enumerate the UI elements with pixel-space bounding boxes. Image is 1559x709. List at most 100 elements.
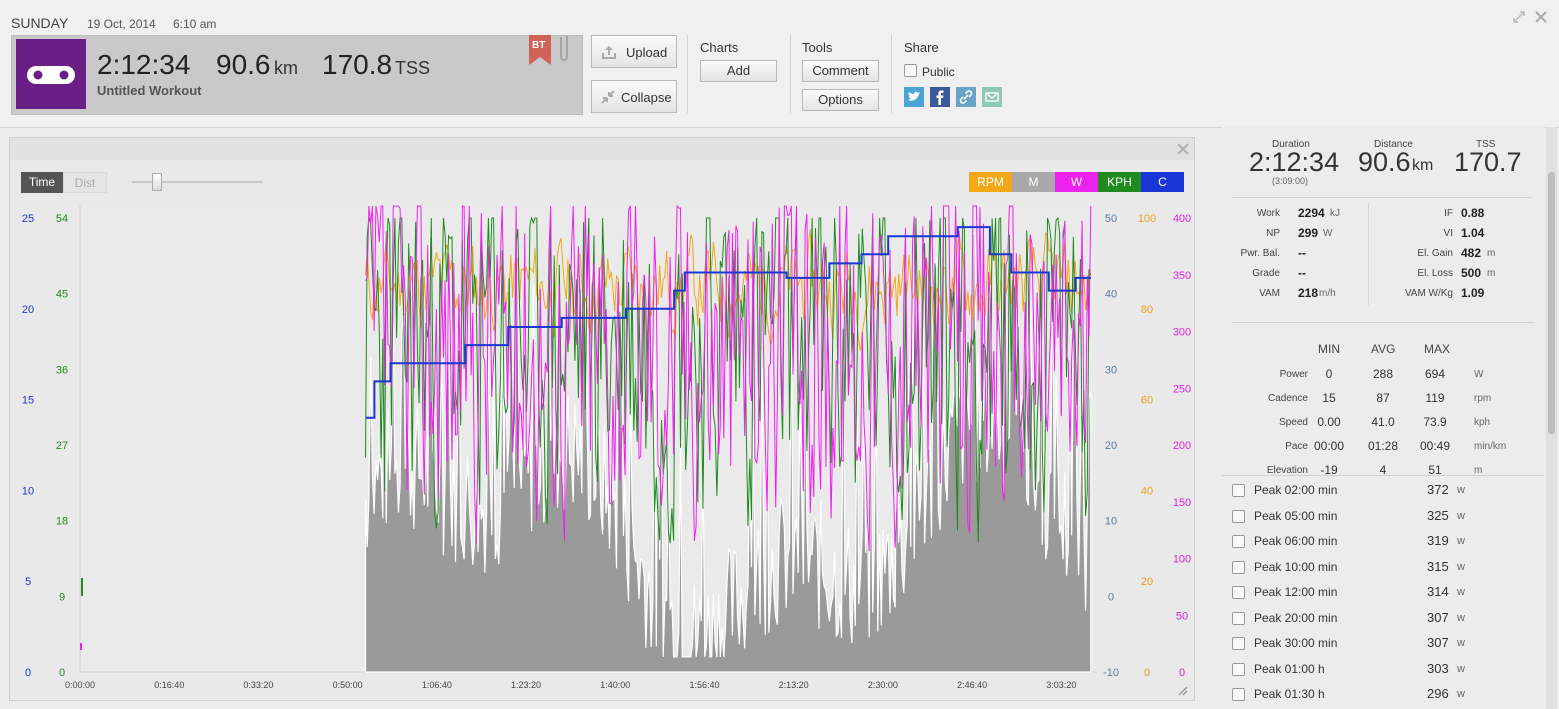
axis-tick-label: 10	[22, 485, 34, 497]
x-tick-label: 1:23:20	[511, 680, 541, 690]
peak-label: Peak 01:00 h	[1254, 661, 1325, 676]
bt-bookmark-badge[interactable]: BT	[529, 35, 551, 65]
metric-value: 500	[1461, 266, 1482, 280]
x-tick-label: 2:30:00	[868, 680, 898, 690]
upload-button[interactable]: Upload	[591, 35, 677, 68]
col-header-max: MAX	[1424, 342, 1451, 356]
x-tick-label: 0:33:20	[243, 680, 273, 690]
peak-checkbox[interactable]	[1232, 637, 1245, 650]
peak-unit: w	[1457, 560, 1465, 573]
axis-tick-label: 9	[59, 591, 65, 603]
resize-handle-icon[interactable]	[1178, 683, 1188, 696]
axis-tick-label: 15	[22, 395, 34, 407]
expand-icon[interactable]	[1512, 10, 1526, 24]
bt-badge-label: BT	[532, 40, 546, 51]
peak-checkbox[interactable]	[1232, 509, 1245, 523]
axis-tick-label: 0	[59, 667, 65, 679]
x-tick-label: 3:03:20	[1046, 680, 1076, 690]
table-cell-min: 0	[1325, 367, 1333, 381]
collapse-button[interactable]: Collapse	[591, 80, 677, 113]
x-tick-label: 0:00:00	[65, 680, 95, 690]
axis-tick-label: 0	[1108, 591, 1114, 603]
close-icon[interactable]	[1534, 10, 1548, 24]
summary-tss-unit: TSS	[395, 58, 431, 78]
peak-value: 372	[1427, 482, 1449, 497]
distance-value: 90.6	[1358, 147, 1411, 177]
public-label: Public	[922, 65, 955, 79]
metric-value: --	[1298, 266, 1306, 280]
x-tick-label: 1:06:40	[422, 680, 452, 690]
table-row-label: Pace	[1285, 441, 1308, 452]
link-icon[interactable]	[956, 87, 976, 107]
peak-checkbox[interactable]	[1232, 586, 1245, 599]
axis-tick-label: 0	[1144, 667, 1150, 679]
table-row: Speed 0.00 41.0 73.9 kph	[1222, 413, 1542, 435]
peak-value: 303	[1427, 660, 1449, 676]
peak-checkbox[interactable]	[1232, 662, 1245, 676]
peak-value: 296	[1427, 686, 1449, 701]
peak-checkbox[interactable]	[1232, 611, 1245, 625]
metric-label: Pwr. Bal.	[1240, 248, 1280, 259]
peak-value: 314	[1427, 584, 1449, 599]
divider	[1222, 475, 1544, 476]
metric-value: 0.88	[1461, 206, 1485, 220]
share-group-title: Share	[904, 40, 939, 55]
peak-unit: w	[1457, 662, 1465, 675]
peak-checkbox[interactable]	[1232, 560, 1245, 574]
list-item[interactable]: Peak 06:00 min 319 w	[1232, 528, 1532, 553]
axis-tick-label: 50	[1105, 213, 1117, 225]
peak-unit: w	[1457, 509, 1465, 522]
list-item[interactable]: Peak 12:00 min 314 w	[1232, 579, 1532, 604]
workout-chart[interactable]: 252015105054453627189050403020100-101008…	[10, 138, 1194, 700]
peak-checkbox[interactable]	[1232, 535, 1245, 548]
summary-tss: 170.8	[322, 49, 393, 80]
workout-day: SUNDAY	[11, 15, 69, 31]
peak-label: Peak 01:30 h	[1254, 687, 1325, 701]
list-item[interactable]: Peak 30:00 min 307 w	[1232, 630, 1532, 655]
list-item[interactable]: Peak 05:00 min 325 w	[1232, 503, 1532, 528]
axis-tick-label: 20	[22, 304, 34, 316]
list-item[interactable]: Peak 20:00 min 307 w	[1232, 605, 1532, 630]
table-cell-avg: 288	[1372, 367, 1394, 381]
metric-label: El. Loss	[1417, 268, 1453, 279]
axis-tick-label: 250	[1173, 383, 1191, 395]
metric-label: El. Gain	[1417, 248, 1453, 259]
paperclip-icon[interactable]	[557, 33, 571, 63]
public-checkbox[interactable]	[904, 64, 917, 77]
list-item[interactable]: Peak 01:30 h 296 w	[1232, 681, 1532, 706]
metric-row: El. Loss 500 m	[1372, 265, 1537, 285]
list-item[interactable]: Peak 10:00 min 315 w	[1232, 554, 1532, 579]
peak-value: 315	[1427, 558, 1449, 574]
peak-label: Peak 05:00 min	[1254, 508, 1338, 523]
list-item[interactable]: Peak 01:00 h 303 w	[1232, 656, 1532, 681]
table-cell-avg: 4	[1379, 463, 1387, 475]
list-item[interactable]: Peak 02:00 min 372 w	[1232, 477, 1532, 502]
metric-label: IF	[1444, 208, 1453, 219]
facebook-icon[interactable]	[930, 87, 950, 107]
peak-checkbox[interactable]	[1232, 484, 1245, 497]
duration-elapsed: (3:09:00)	[1272, 176, 1309, 186]
duration-value: 2:12:34	[1249, 147, 1340, 177]
peak-unit: w	[1457, 637, 1465, 649]
metric-value: 1.09	[1461, 286, 1485, 300]
workout-summary: 2:12:34 90.6 km 170.8 TSS Untitled Worko…	[11, 35, 583, 115]
scrollbar-thumb[interactable]	[1548, 172, 1555, 434]
axis-tick-label: 300	[1173, 327, 1191, 339]
peak-checkbox[interactable]	[1232, 688, 1245, 701]
scrollbar[interactable]	[1546, 127, 1557, 709]
email-icon[interactable]	[982, 87, 1002, 107]
divider	[790, 35, 791, 113]
metric-label: NP	[1266, 228, 1280, 239]
table-cell-min: 0.00	[1317, 415, 1341, 429]
metric-unit: m	[1487, 268, 1496, 279]
workout-title[interactable]: Untitled Workout	[97, 83, 201, 98]
comment-button[interactable]: Comment	[802, 60, 879, 82]
summary-duration: 2:12:34	[97, 49, 191, 80]
axis-tick-label: 25	[22, 213, 34, 225]
options-button[interactable]: Options	[802, 89, 879, 111]
collapse-icon	[600, 89, 616, 105]
peak-value: 307	[1427, 609, 1449, 625]
twitter-icon[interactable]	[904, 87, 924, 107]
metric-unit: m	[1487, 248, 1496, 259]
add-chart-button[interactable]: Add	[700, 60, 777, 82]
